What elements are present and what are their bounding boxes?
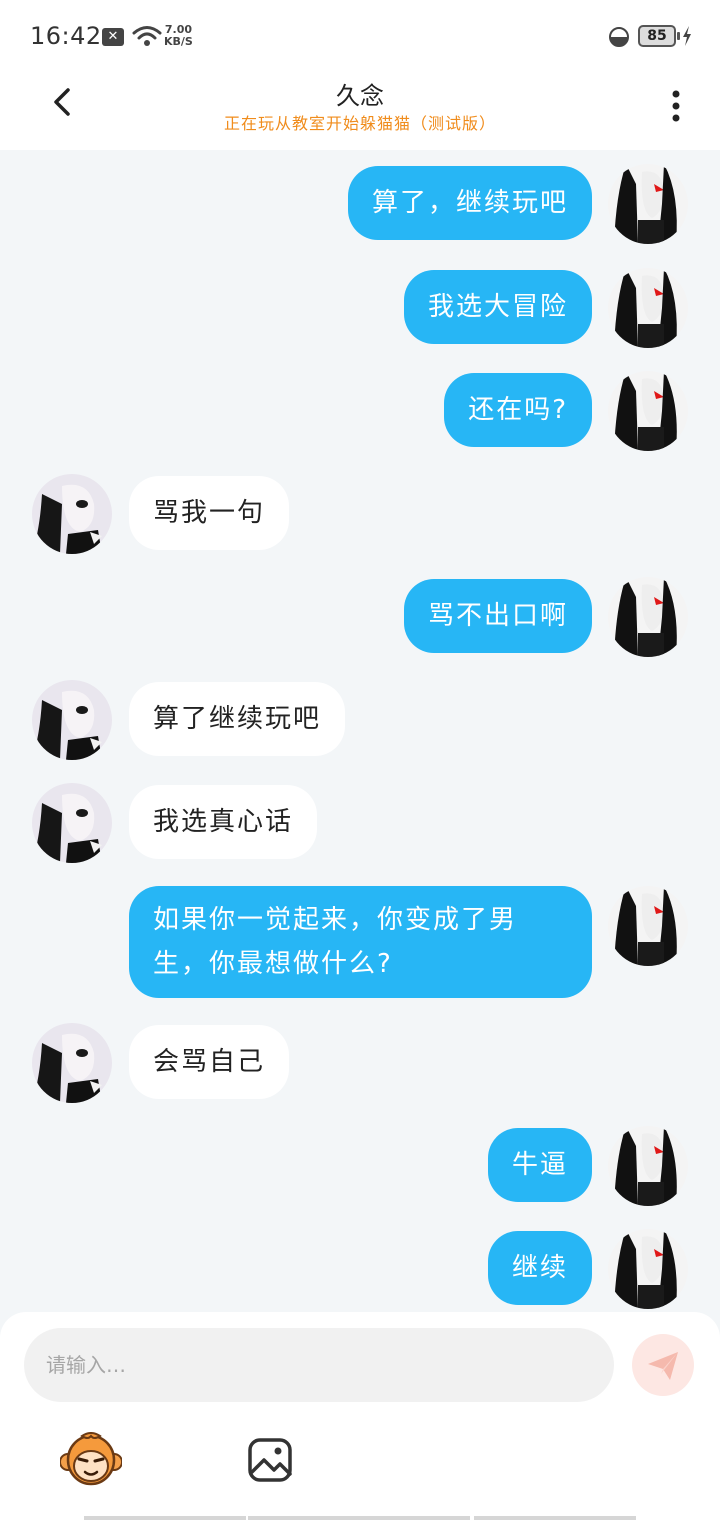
message-input[interactable] [24,1328,614,1402]
message-row: 如果你一觉起来，你变成了男 生，你最想做什么? [0,886,720,1000]
notification-x-icon: ✕ [102,28,124,46]
paper-plane-icon [648,1352,678,1380]
contact-avatar[interactable] [32,680,112,760]
charging-icon [683,26,691,46]
contact-message-bubble[interactable]: 会骂自己 [129,1025,290,1099]
message-list[interactable]: 算了，继续玩吧 我选大冒险 还在吗? 骂我一句 骂不出口啊 算了继续玩吧 我选真… [0,150,720,1312]
message-row: 骂不出口啊 [0,577,720,657]
message-row: 算了，继续玩吧 [0,164,720,244]
wifi-icon [132,26,162,46]
my-avatar[interactable] [608,577,688,657]
my-message-bubble[interactable]: 牛逼 [487,1128,592,1202]
my-avatar[interactable] [608,886,688,966]
message-composer [0,1312,720,1520]
message-row: 还在吗? [0,371,720,451]
my-message-bubble[interactable]: 如果你一觉起来，你变成了男 生，你最想做什么? [129,886,592,998]
message-row: 我选真心话 [0,783,720,863]
my-message-bubble[interactable]: 算了，继续玩吧 [347,166,592,240]
battery-tip [677,32,680,40]
message-row: 我选大冒险 [0,268,720,348]
network-speed: 7.00 KB/S [164,24,193,48]
status-time: 16:42 [30,22,102,50]
image-icon[interactable] [246,1436,294,1484]
my-avatar[interactable] [608,1126,688,1206]
gesture-bar-segment [474,1516,636,1520]
gesture-bar-segment [248,1516,470,1520]
contact-message-bubble[interactable]: 算了继续玩吧 [129,682,346,756]
more-vertical-icon[interactable] [660,82,692,126]
gesture-bar-segment [84,1516,246,1520]
send-button[interactable] [632,1334,694,1396]
my-message-bubble[interactable]: 我选大冒险 [403,270,592,344]
chat-title: 久念 [336,82,384,110]
my-message-bubble[interactable]: 还在吗? [444,373,592,447]
my-avatar[interactable] [608,1229,688,1309]
contact-message-bubble[interactable]: 骂我一句 [129,476,290,550]
my-avatar[interactable] [608,268,688,348]
my-message-bubble[interactable]: 骂不出口啊 [403,579,592,653]
message-row: 算了继续玩吧 [0,680,720,760]
dnd-icon [609,27,629,47]
chat-header: 久念 正在玩从教室开始躲猫猫（测试版） [0,72,720,150]
my-avatar[interactable] [608,371,688,451]
monkey-face-icon[interactable] [60,1432,122,1488]
status-bar: 16:42 ✕ 7.00 KB/S 85 [0,0,720,72]
battery-indicator: 85 [638,25,676,47]
contact-avatar[interactable] [32,783,112,863]
message-row: 会骂自己 [0,1023,720,1103]
my-message-bubble[interactable]: 继续 [487,1231,592,1305]
message-row: 牛逼 [0,1126,720,1206]
message-row: 继续 [0,1229,720,1309]
contact-avatar[interactable] [32,474,112,554]
speed-unit: KB/S [164,35,193,48]
contact-message-bubble[interactable]: 我选真心话 [129,785,318,859]
my-avatar[interactable] [608,164,688,244]
message-row: 骂我一句 [0,474,720,554]
message-text-line: 生，你最想做什么? [153,949,393,979]
contact-avatar[interactable] [32,1023,112,1103]
message-text-line: 如果你一觉起来，你变成了男 [153,905,518,935]
chat-subtitle-status[interactable]: 正在玩从教室开始躲猫猫（测试版） [0,110,720,134]
